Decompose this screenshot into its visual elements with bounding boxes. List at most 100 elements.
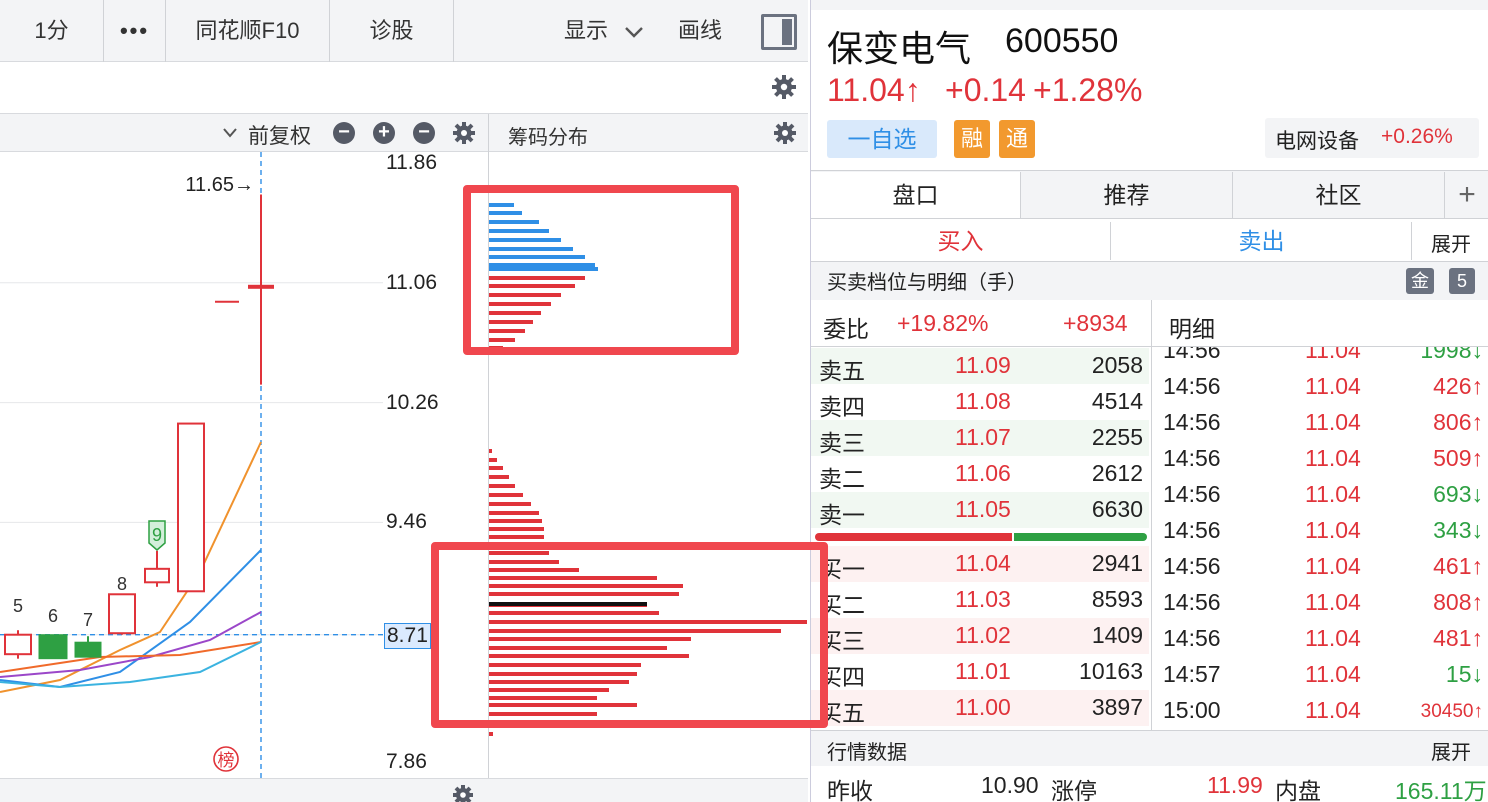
draw-button[interactable]: 画线 bbox=[678, 0, 722, 62]
chip-bar bbox=[489, 502, 531, 506]
chip-bar bbox=[489, 519, 542, 523]
trade-time: 14:57 bbox=[1163, 661, 1221, 687]
minus-circle-icon[interactable]: − bbox=[413, 122, 435, 144]
trade-price: 11.04 bbox=[1305, 517, 1361, 543]
inner-label: 内盘 bbox=[1275, 778, 1321, 802]
connect-tag[interactable]: 通 bbox=[999, 120, 1035, 158]
chip-bar bbox=[489, 732, 493, 736]
buy-button[interactable]: 买入 bbox=[811, 222, 1111, 260]
chip-bar bbox=[489, 535, 544, 539]
trade-row: 14:56 11.04 426↑ bbox=[1155, 369, 1488, 405]
more-button[interactable]: ••• bbox=[104, 0, 166, 62]
trade-time: 14:56 bbox=[1163, 409, 1221, 435]
gear-icon[interactable] bbox=[771, 74, 797, 100]
trade-volume: 461↑ bbox=[1433, 553, 1483, 579]
adjust-label[interactable]: 前复权 bbox=[248, 120, 311, 150]
chip-bar bbox=[489, 484, 515, 488]
highlight-box bbox=[463, 185, 739, 355]
plus-circle-icon[interactable]: + bbox=[373, 122, 395, 144]
chart-toolbar: 1分 ••• 同花顺F10 诊股 显示 画线 bbox=[0, 0, 808, 62]
trade-row: 14:56 11.04 1998↓ bbox=[1155, 347, 1488, 369]
candle-label: 6 bbox=[48, 606, 58, 626]
sector-badge[interactable]: 电网设备 +0.26% bbox=[1265, 118, 1479, 158]
trade-row: 14:56 11.04 693↓ bbox=[1155, 477, 1488, 513]
trade-time: 14:56 bbox=[1163, 445, 1221, 471]
badge-text: 榜 bbox=[218, 751, 235, 771]
trade-row: 14:56 11.04 481↑ bbox=[1155, 621, 1488, 657]
trade-price: 11.04 bbox=[1305, 661, 1361, 687]
gear-icon[interactable] bbox=[452, 121, 476, 145]
stock-price: 11.04↑ bbox=[827, 72, 921, 108]
candle-body bbox=[248, 284, 274, 289]
tab-community[interactable]: 社区 bbox=[1233, 172, 1445, 218]
price-axis-tick: 11.86 bbox=[386, 151, 437, 174]
expand-quote-button[interactable]: 展开 bbox=[1431, 736, 1471, 765]
trade-time: 15:00 bbox=[1163, 697, 1221, 723]
trade-row: 14:56 11.04 343↓ bbox=[1155, 513, 1488, 549]
trade-volume: 808↑ bbox=[1433, 589, 1483, 615]
sector-pct: +0.26% bbox=[1381, 125, 1453, 148]
minus-circle-icon[interactable]: − bbox=[333, 122, 355, 144]
price-axis-tick: 10.26 bbox=[386, 390, 439, 414]
panel-toggle-icon[interactable] bbox=[761, 14, 797, 50]
price-axis-tick: 9.46 bbox=[386, 510, 427, 534]
trade-row: 15:00 11.04 30450↑ bbox=[1155, 693, 1488, 729]
trade-price: 11.04 bbox=[1305, 409, 1361, 435]
quote-title: 行情数据 bbox=[827, 742, 907, 764]
candle-body bbox=[38, 634, 68, 660]
gold-badge[interactable]: 金 bbox=[1406, 268, 1434, 294]
chip-bar bbox=[489, 466, 503, 470]
limit-count-tag: 9 bbox=[148, 520, 166, 551]
diagnose-button[interactable]: 诊股 bbox=[330, 0, 454, 62]
inner-value: 165.11万 bbox=[1395, 778, 1487, 802]
quote-panel: 保变电气 600550 11.04↑ +0.14 +1.28% 一自选 融 通 … bbox=[810, 0, 1488, 802]
chip-bar bbox=[489, 511, 539, 515]
trade-time: 14:56 bbox=[1163, 553, 1221, 579]
add-watchlist-button[interactable]: 一自选 bbox=[827, 120, 937, 158]
candle-body bbox=[108, 593, 136, 635]
orderbook-title: 买卖档位与明细（手） bbox=[827, 272, 1027, 294]
margin-tag[interactable]: 融 bbox=[954, 120, 990, 158]
candle-label: 8 bbox=[117, 574, 127, 594]
trade-price: 11.04 bbox=[1305, 481, 1361, 507]
tab-pankou[interactable]: 盘口 bbox=[811, 172, 1021, 218]
level-count-badge[interactable]: 5 bbox=[1449, 268, 1475, 294]
chip-bar bbox=[489, 475, 509, 479]
trade-volume: 509↑ bbox=[1433, 445, 1483, 471]
candle-body bbox=[4, 633, 32, 656]
sell-button[interactable]: 卖出 bbox=[1112, 222, 1412, 260]
chip-bar bbox=[489, 493, 523, 497]
highlight-box bbox=[431, 542, 828, 728]
limit-up-label: 涨停 bbox=[1051, 778, 1097, 802]
interval-button[interactable]: 1分 bbox=[0, 0, 104, 62]
trade-price: 11.04 bbox=[1305, 347, 1361, 363]
gear-icon[interactable] bbox=[773, 121, 797, 145]
candle-label: 9 bbox=[152, 525, 162, 545]
sector-name: 电网设备 bbox=[1275, 130, 1359, 153]
candle-body bbox=[144, 567, 170, 584]
chip-bar bbox=[489, 449, 492, 453]
expand-trade-button[interactable]: 展开 bbox=[1431, 228, 1471, 257]
trade-row: 14:56 11.04 509↑ bbox=[1155, 441, 1488, 477]
trade-volume: 1998↓ bbox=[1420, 347, 1483, 363]
candle-body bbox=[177, 422, 205, 593]
price-axis-tick: 7.86 bbox=[386, 750, 427, 773]
candle-body bbox=[74, 641, 102, 658]
price-axis-tick: 11.06 bbox=[386, 270, 437, 294]
tab-recommend[interactable]: 推荐 bbox=[1021, 172, 1233, 218]
f10-button[interactable]: 同花顺F10 bbox=[166, 0, 330, 62]
trade-time: 14:56 bbox=[1163, 589, 1221, 615]
trade-price: 11.04 bbox=[1305, 553, 1361, 579]
prev-close-value: 10.90 bbox=[981, 772, 1039, 798]
stock-name: 保变电气 bbox=[827, 28, 972, 69]
display-menu[interactable]: 显示 bbox=[564, 0, 644, 62]
gear-icon[interactable] bbox=[452, 784, 474, 802]
prev-close-label: 昨收 bbox=[827, 778, 873, 802]
trade-time: 14:56 bbox=[1163, 625, 1221, 651]
trade-price: 11.04 bbox=[1305, 445, 1361, 471]
add-tab-button[interactable]: + bbox=[1445, 172, 1488, 218]
ratio-pct: +19.82% bbox=[897, 310, 989, 336]
trade-volume: 343↓ bbox=[1433, 517, 1483, 543]
candlestick-chart[interactable]: 5 6 7 8 9 11.65→ 榜 bbox=[0, 152, 489, 780]
chevron-down-icon[interactable] bbox=[222, 126, 238, 140]
